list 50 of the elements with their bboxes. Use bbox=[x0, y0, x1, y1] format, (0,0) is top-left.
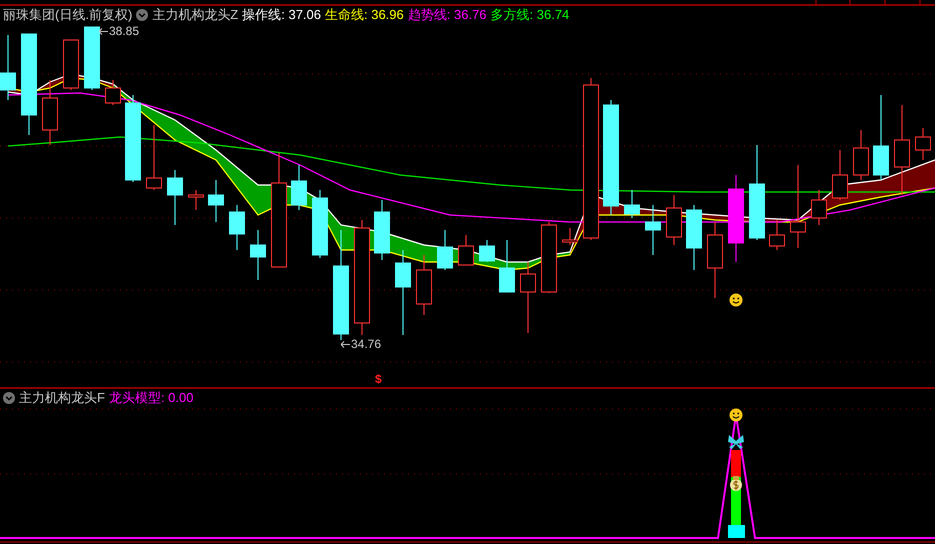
butterfly-icon bbox=[728, 435, 744, 449]
dollar-marker: $ bbox=[375, 373, 382, 386]
money-bag-icon bbox=[730, 476, 742, 491]
indicator-name: 主力机构龙头Z bbox=[152, 7, 238, 23]
candlestick bbox=[84, 26, 100, 90]
candlestick bbox=[188, 190, 204, 210]
candlestick bbox=[167, 170, 183, 226]
candlestick bbox=[208, 180, 224, 222]
arrow-icon bbox=[341, 340, 350, 348]
candlestick bbox=[541, 222, 557, 294]
candlestick bbox=[416, 254, 432, 316]
candlestick bbox=[499, 240, 515, 292]
indicator-name: 主力机构龙头F bbox=[19, 390, 105, 406]
candlestick bbox=[291, 164, 307, 210]
candlestick bbox=[312, 190, 328, 258]
candlestick bbox=[229, 204, 245, 250]
candlestick bbox=[811, 190, 827, 226]
candlestick bbox=[458, 234, 474, 266]
candlestick bbox=[437, 230, 453, 270]
dropdown-icon[interactable] bbox=[136, 9, 148, 21]
candlestick bbox=[479, 240, 495, 262]
candlestick bbox=[0, 34, 16, 100]
dropdown-icon[interactable] bbox=[3, 392, 15, 404]
candlestick bbox=[666, 194, 682, 246]
candlestick bbox=[42, 80, 58, 146]
indicator-reading: 多方线: 36.74 bbox=[490, 7, 570, 23]
candlestick bbox=[105, 80, 121, 106]
candlestick bbox=[645, 204, 661, 256]
chart-title: 丽珠集团(日线.前复权) bbox=[3, 7, 132, 23]
candlestick bbox=[520, 262, 536, 334]
arrow-icon bbox=[99, 28, 108, 34]
low-price-label: 34.76 bbox=[351, 337, 382, 351]
candlestick bbox=[374, 200, 390, 260]
indicator-reading: 操作线: 37.06 bbox=[242, 7, 321, 23]
candlestick bbox=[146, 124, 162, 190]
indicator-reading: 趋势线: 36.76 bbox=[408, 7, 487, 23]
smiley-icon bbox=[730, 408, 742, 422]
candlestick bbox=[624, 190, 640, 218]
candlestick bbox=[63, 40, 79, 90]
smiley-icon bbox=[730, 294, 742, 306]
candlestick bbox=[250, 230, 266, 280]
candlestick bbox=[686, 204, 702, 270]
indicator-reading: 龙头模型: 0.00 bbox=[108, 390, 194, 406]
indicator-reading: 生命线: 36.96 bbox=[325, 7, 404, 23]
candlestick bbox=[769, 220, 785, 250]
candlestick bbox=[832, 150, 848, 200]
candlestick bbox=[853, 130, 869, 180]
candlestick bbox=[562, 228, 578, 246]
high-price-label: 38.85 bbox=[109, 24, 140, 38]
candlestick bbox=[915, 128, 931, 160]
